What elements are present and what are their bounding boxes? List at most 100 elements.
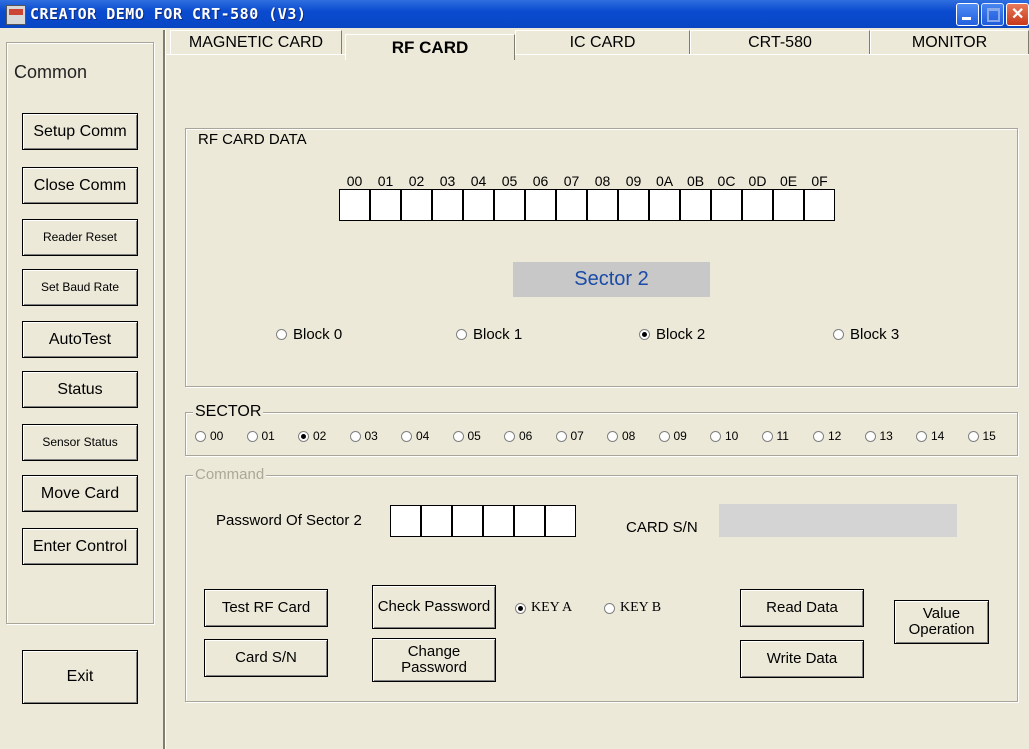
block-1-radio[interactable]: Block 1 (456, 326, 522, 343)
key-b-label: KEY B (620, 600, 662, 615)
password-byte-field[interactable] (452, 505, 483, 537)
reader-reset-button[interactable]: Reader Reset (22, 219, 138, 256)
sector-radio-12[interactable]: 12 (813, 429, 841, 443)
change-password-button[interactable]: Change Password (372, 638, 496, 682)
sector-radio-09[interactable]: 09 (658, 429, 687, 443)
data-byte-field[interactable] (804, 189, 835, 221)
close-comm-button[interactable]: Close Comm (22, 167, 138, 204)
data-byte-field[interactable] (556, 189, 587, 221)
sector-option-label: 05 (467, 429, 481, 443)
hex-header: 0C (717, 173, 736, 189)
sector-option-label: 03 (364, 429, 378, 443)
sector-option-label: 01 (261, 429, 275, 443)
minimize-button[interactable] (956, 3, 979, 26)
data-byte-field[interactable] (339, 189, 370, 221)
check-password-button[interactable]: Check Password (372, 585, 496, 629)
sector-radio-06[interactable]: 06 (504, 429, 532, 443)
radio-icon (504, 430, 515, 442)
data-byte-field[interactable] (432, 189, 463, 221)
sector-radio-05[interactable]: 05 (452, 429, 481, 443)
close-button[interactable] (1006, 3, 1029, 26)
sector-display: Sector 2 (513, 262, 710, 297)
data-byte-field[interactable] (370, 189, 401, 221)
radio-icon (401, 430, 412, 442)
tab-strip-border (165, 54, 1029, 55)
block-label: Block 0 (293, 326, 343, 343)
tab-monitor[interactable]: MONITOR (870, 30, 1029, 54)
exit-button[interactable]: Exit (22, 650, 138, 704)
app-icon[interactable] (6, 5, 26, 25)
radio-icon (456, 329, 467, 340)
autotest-button[interactable]: AutoTest (22, 321, 138, 358)
block-0-radio[interactable]: Block 0 (276, 326, 342, 343)
key-a-radio[interactable]: KEY A (515, 600, 572, 616)
radio-icon (967, 430, 979, 442)
sector-radio-02[interactable]: 02 (298, 429, 326, 443)
sector-option-label: 08 (622, 429, 636, 443)
sector-radio-01[interactable]: 01 (246, 429, 275, 443)
write-data-button[interactable]: Write Data (740, 640, 864, 678)
block-3-radio[interactable]: Block 3 (833, 326, 899, 343)
tab-magnetic-card[interactable]: MAGNETIC CARD (170, 30, 342, 54)
sector-radio-04[interactable]: 04 (401, 429, 429, 443)
data-byte-field[interactable] (649, 189, 680, 221)
set-baud-rate-button[interactable]: Set Baud Rate (22, 269, 138, 306)
sector-option-label: 06 (519, 429, 533, 443)
hex-header: 06 (532, 173, 549, 189)
password-byte-field[interactable] (390, 505, 421, 537)
data-byte-field[interactable] (711, 189, 742, 221)
move-card-button[interactable]: Move Card (22, 475, 138, 512)
data-byte-field[interactable] (618, 189, 649, 221)
data-byte-field[interactable] (463, 189, 494, 221)
radio-checked-icon (515, 602, 526, 614)
password-byte-field[interactable] (545, 505, 576, 537)
sensor-status-button[interactable]: Sensor Status (22, 424, 138, 461)
password-byte-field[interactable] (421, 505, 452, 537)
common-group-label: Common (12, 62, 90, 83)
data-byte-field[interactable] (587, 189, 618, 221)
radio-icon (276, 329, 287, 340)
data-byte-field[interactable] (742, 189, 773, 221)
data-byte-field[interactable] (494, 189, 525, 221)
key-b-radio[interactable]: KEY B (604, 600, 661, 616)
hex-header: 00 (346, 173, 363, 189)
sector-radio-08[interactable]: 08 (607, 429, 635, 443)
setup-comm-button[interactable]: Setup Comm (22, 113, 138, 150)
radio-checked-icon (639, 329, 650, 340)
data-byte-field[interactable] (680, 189, 711, 221)
sector-radio-10[interactable]: 10 (710, 429, 738, 443)
sector-radio-11[interactable]: 11 (761, 429, 789, 443)
sector-radio-00[interactable]: 00 (195, 429, 223, 443)
password-label: Password Of Sector 2 (216, 512, 362, 529)
password-byte-field[interactable] (483, 505, 514, 537)
password-byte-field[interactable] (514, 505, 545, 537)
hex-header: 02 (408, 173, 425, 189)
hex-header: 04 (470, 173, 487, 189)
tab-rf-card[interactable]: RF CARD (345, 34, 515, 60)
hex-header: 09 (625, 173, 642, 189)
card-sn-button[interactable]: Card S/N (204, 639, 328, 677)
sector-radio-14[interactable]: 14 (916, 429, 944, 443)
radio-icon (452, 430, 464, 442)
enter-control-button[interactable]: Enter Control (22, 528, 138, 565)
sector-radio-15[interactable]: 15 (967, 429, 996, 443)
sector-radio-13[interactable]: 13 (864, 429, 893, 443)
hex-header: 0A (655, 173, 674, 189)
maximize-button[interactable] (981, 3, 1004, 26)
radio-icon (607, 430, 618, 442)
tab-ic-card[interactable]: IC CARD (515, 30, 690, 54)
block-2-radio[interactable]: Block 2 (639, 326, 705, 343)
value-operation-button[interactable]: Value Operation (894, 600, 989, 644)
status-button[interactable]: Status (22, 371, 138, 408)
data-byte-field[interactable] (773, 189, 804, 221)
read-data-button[interactable]: Read Data (740, 589, 864, 627)
radio-icon (916, 430, 927, 442)
data-byte-field[interactable] (401, 189, 432, 221)
data-byte-field[interactable] (525, 189, 556, 221)
sector-radio-03[interactable]: 03 (349, 429, 378, 443)
test-rf-card-button[interactable]: Test RF Card (204, 589, 328, 627)
radio-checked-icon (298, 430, 309, 442)
sector-radio-07[interactable]: 07 (555, 429, 584, 443)
tab-crt-580[interactable]: CRT-580 (690, 30, 870, 54)
sector-group-label: SECTOR (193, 403, 264, 421)
